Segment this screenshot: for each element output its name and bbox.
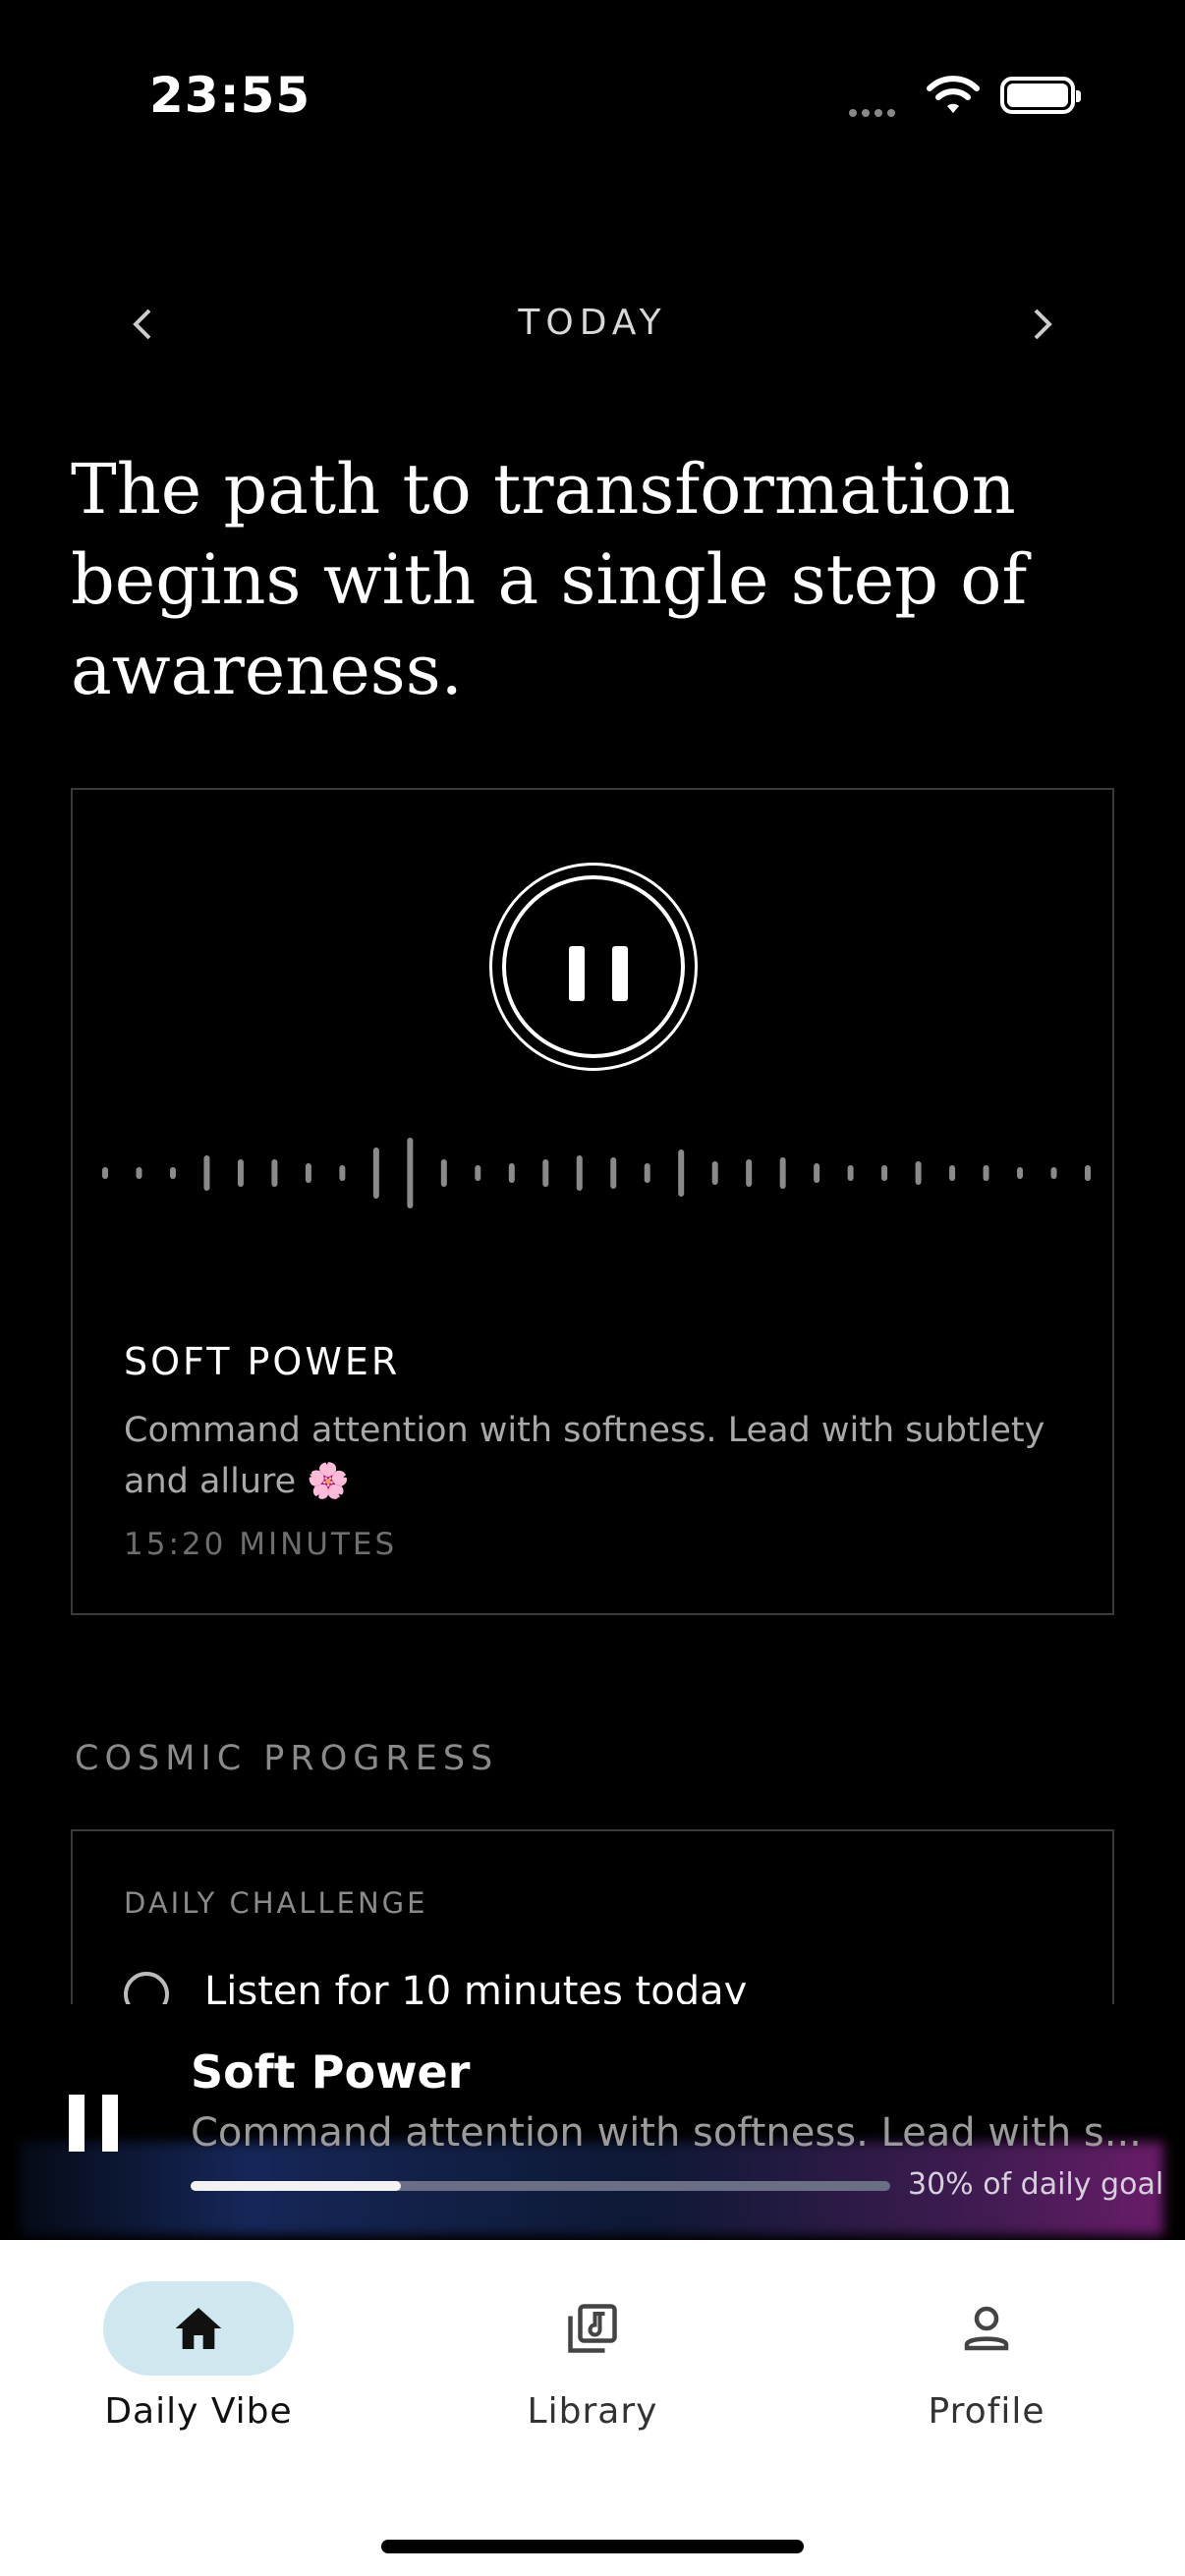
waveform-bar <box>711 1161 718 1185</box>
waveform-bar <box>203 1155 210 1191</box>
status-bar: 23:55 <box>0 0 1185 196</box>
waveform-bar <box>508 1163 515 1183</box>
day-label: TODAY <box>518 303 667 343</box>
waveform-bar <box>542 1159 549 1187</box>
waveform-bar <box>102 1167 108 1179</box>
waveform-bar <box>814 1163 820 1183</box>
audio-waveform <box>102 1138 1091 1208</box>
waveform-bar <box>440 1159 447 1187</box>
tab-daily-vibe[interactable]: Daily Vibe <box>51 2281 346 2432</box>
mini-player-subtitle: Command attention with softness. Lead wi… <box>191 2110 1142 2156</box>
mini-player-title: Soft Power <box>191 2045 471 2099</box>
tab-profile[interactable]: Profile <box>839 2281 1134 2432</box>
cellular-signal-icon <box>849 102 900 121</box>
daily-goal-text: 30% of daily goal <box>908 2167 1164 2202</box>
waveform-bar <box>983 1165 989 1181</box>
session-title: SOFT POWER <box>124 1340 401 1383</box>
waveform-bar <box>576 1155 583 1191</box>
tab-pill <box>497 2281 688 2376</box>
waveform-bar <box>372 1148 379 1199</box>
daily-goal-progress-bar <box>191 2181 890 2191</box>
waveform-bar <box>1017 1167 1024 1179</box>
wifi-icon <box>927 76 980 113</box>
waveform-bar <box>271 1159 278 1187</box>
mini-player[interactable]: Soft Power Command attention with softne… <box>0 2004 1185 2240</box>
waveform-bar <box>1050 1167 1057 1179</box>
person-icon <box>964 2306 1009 2351</box>
pause-icon <box>502 875 685 1058</box>
tab-bar: Daily Vibe Library Profile <box>0 2240 1185 2576</box>
session-duration: 15:20 MINUTES <box>124 1527 398 1562</box>
waveform-bar <box>339 1165 346 1181</box>
tab-pill <box>103 2281 294 2376</box>
waveform-bar <box>746 1159 753 1187</box>
clock: 23:55 <box>149 67 311 124</box>
next-day-button[interactable] <box>1014 295 1073 354</box>
chevron-right-icon <box>1034 308 1052 340</box>
waveform-bar <box>407 1138 414 1208</box>
waveform-bar <box>475 1165 481 1181</box>
home-icon <box>175 2308 222 2349</box>
day-navigator: TODAY <box>0 285 1185 364</box>
waveform-bar <box>610 1157 617 1189</box>
waveform-bar <box>779 1157 786 1189</box>
session-card[interactable]: SOFT POWER Command attention with softne… <box>71 788 1114 1615</box>
tab-label: Daily Vibe <box>104 2391 293 2432</box>
waveform-bar <box>305 1163 311 1183</box>
battery-icon <box>1000 77 1081 114</box>
tab-label: Library <box>527 2391 658 2432</box>
cosmic-progress-heading: COSMIC PROGRESS <box>75 1739 499 1778</box>
home-indicator <box>381 2540 804 2553</box>
waveform-bar <box>136 1167 142 1179</box>
waveform-bar <box>237 1159 244 1187</box>
tab-pill <box>891 2281 1082 2376</box>
waveform-bar <box>881 1165 888 1181</box>
waveform-bar <box>847 1165 854 1181</box>
challenge-label: DAILY CHALLENGE <box>124 1886 428 1920</box>
tab-library[interactable]: Library <box>445 2281 740 2432</box>
waveform-bar <box>915 1161 922 1185</box>
waveform-bar <box>949 1165 956 1181</box>
tab-label: Profile <box>928 2391 1045 2432</box>
waveform-bar <box>644 1163 650 1183</box>
daily-quote: The path to transformation begins with a… <box>71 449 1028 710</box>
music-library-icon <box>568 2304 617 2353</box>
waveform-bar <box>678 1149 685 1197</box>
waveform-bar <box>1085 1165 1091 1181</box>
waveform-bar <box>169 1167 176 1179</box>
pause-button[interactable] <box>489 863 698 1071</box>
mini-pause-button[interactable] <box>69 2095 120 2152</box>
session-description: Command attention with softness. Lead wi… <box>124 1411 1045 1501</box>
